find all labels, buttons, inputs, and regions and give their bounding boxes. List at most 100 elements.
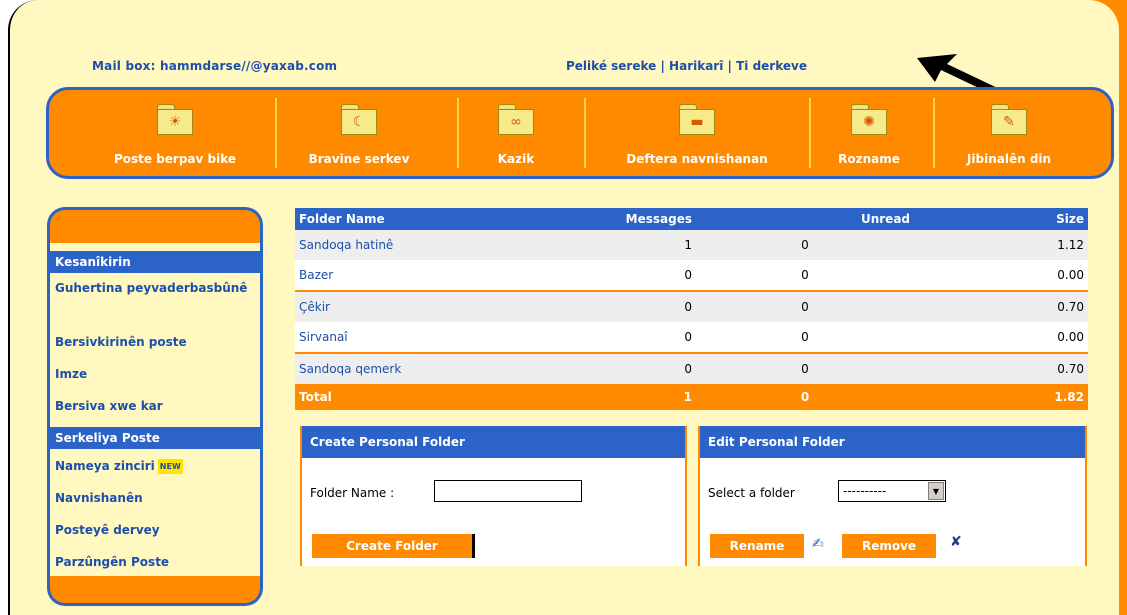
total-size-cell: 1.82 <box>914 384 1088 410</box>
sidebar-item-change-password[interactable]: Guhertina peyvaderbasbûnê <box>50 281 260 296</box>
folder-name-cell: Sandoqa hatinê <box>295 230 563 260</box>
folder-link[interactable]: Sirvanaî <box>299 330 348 344</box>
folder-link[interactable]: Çêkir <box>299 300 330 314</box>
link-separator: | <box>727 59 732 73</box>
size-cell: 0.70 <box>914 352 1088 384</box>
nav-divider <box>275 98 277 168</box>
remove-folder-button[interactable]: Remove <box>842 534 936 558</box>
folder-name-cell: Sandoqa qemerk <box>295 352 563 384</box>
moon-folder-icon: ☾ <box>341 104 377 135</box>
logout-link[interactable]: Ti derkeve <box>736 59 807 73</box>
size-cell: 0.00 <box>914 260 1088 291</box>
sidebar-item-settings[interactable]: Kesanîkirin <box>50 251 260 273</box>
nav-calendar-label: Rozname <box>838 152 900 166</box>
folders-table: Folder Name Messages Unread Size Sandoqa… <box>295 208 1088 410</box>
folder-select-value: ---------- <box>843 484 887 498</box>
pattern-folder-icon: ∞ <box>498 104 534 135</box>
link-separator: | <box>660 59 665 73</box>
preferences-link[interactable]: Peliké sereke <box>566 59 656 73</box>
sun-folder-icon: ☀ <box>157 104 193 135</box>
messages-cell: 0 <box>563 322 696 353</box>
nav-addressbook[interactable]: ▬ Deftera navnishanan <box>597 90 797 176</box>
edit-folder-panel: Edit Personal Folder Select a folder ---… <box>698 426 1087 566</box>
total-label-cell: Total <box>295 384 563 410</box>
folder-name-cell: Sirvanaî <box>295 322 563 353</box>
sidebar-item-signature[interactable]: Imze <box>50 367 260 382</box>
chevron-down-icon: ▼ <box>928 482 944 500</box>
unread-cell: 0 <box>696 290 914 322</box>
sidebar-item-mail-replies[interactable]: Bersivkirinên poste <box>50 335 260 350</box>
size-cell: 0.70 <box>914 290 1088 322</box>
table-row: Sandoqa hatinê 1 0 1.12 <box>295 230 1088 260</box>
table-total-row: Total 1 0 1.82 <box>295 384 1088 410</box>
create-folder-button[interactable]: Create Folder <box>312 534 475 558</box>
size-cell: 0.00 <box>914 322 1088 353</box>
sidebar-item-mail-filters[interactable]: Parzûngên Poste <box>50 555 260 570</box>
nav-folders-label: Kazik <box>497 152 535 166</box>
top-links: Peliké sereke | Harikarî | Ti derkeve <box>566 59 807 73</box>
sidebar-top-cap <box>47 207 263 243</box>
folder-link[interactable]: Sandoqa qemerk <box>299 362 401 376</box>
folder-select[interactable]: ---------- ▼ <box>838 480 946 502</box>
table-row: Sirvanaî 0 0 0.00 <box>295 322 1088 353</box>
rename-folder-button[interactable]: Rename <box>710 534 804 558</box>
sidebar-item-external-mail[interactable]: Posteyê dervey <box>50 523 260 538</box>
messages-cell: 0 <box>563 352 696 384</box>
table-row: Bazer 0 0 0.00 <box>295 260 1088 291</box>
total-messages-cell: 1 <box>563 384 696 410</box>
nav-divider <box>933 98 935 168</box>
folder-link[interactable]: Sandoqa hatinê <box>299 238 393 252</box>
nav-other-label: Jibinalên din <box>966 152 1052 166</box>
folder-name-cell: Çêkir <box>295 290 563 322</box>
sidebar: Kesanîkirin Guhertina peyvaderbasbûnê Be… <box>47 207 263 607</box>
sidebar-item-mail-folders[interactable]: Serkeliya Poste <box>50 427 260 449</box>
folders-table-area: Folder Name Messages Unread Size Sandoqa… <box>295 208 1088 410</box>
nav-inbox-label: Bravine serkev <box>308 152 410 166</box>
size-cell: 1.12 <box>914 230 1088 260</box>
delete-x-icon[interactable]: ✘ <box>950 534 962 550</box>
folder-name-input[interactable] <box>434 480 582 502</box>
wrench-folder-icon: ✎ <box>991 104 1027 135</box>
unread-cell: 0 <box>696 230 914 260</box>
column-header-unread: Unread <box>696 208 914 230</box>
nav-inbox[interactable]: ☾ Bravine serkev <box>279 90 439 176</box>
help-link[interactable]: Harikarî <box>669 59 723 73</box>
nav-addressbook-label: Deftera navnishanan <box>626 152 768 166</box>
nav-compose[interactable]: ☀ Poste berpav bike <box>85 90 265 176</box>
total-unread-cell: 0 <box>696 384 914 410</box>
nav-compose-label: Poste berpav bike <box>113 152 237 166</box>
table-row: Çêkir 0 0 0.70 <box>295 290 1088 322</box>
nav-other[interactable]: ✎ Jibinalên din <box>939 90 1079 176</box>
sidebar-item-auto-reply[interactable]: Bersiva xwe kar <box>50 399 260 414</box>
calendar-folder-icon: ✺ <box>851 104 887 135</box>
unread-cell: 0 <box>696 322 914 353</box>
column-header-messages: Messages <box>563 208 696 230</box>
sidebar-item-chain-mail[interactable]: Nameya zinciri NEW <box>50 459 260 474</box>
sidebar-item-addresses[interactable]: Navnishanên <box>50 491 260 506</box>
sidebar-bottom-cap <box>47 576 263 606</box>
edit-folder-title: Edit Personal Folder <box>700 426 1085 458</box>
folder-link[interactable]: Bazer <box>299 268 333 282</box>
folder-name-cell: Bazer <box>295 260 563 291</box>
new-badge: NEW <box>157 459 183 474</box>
unread-cell: 0 <box>696 260 914 291</box>
create-folder-panel: Create Personal Folder Folder Name : Cre… <box>300 426 687 566</box>
folder-name-label: Folder Name : <box>310 486 395 500</box>
column-header-folder-name: Folder Name <box>295 208 563 230</box>
messages-cell: 1 <box>563 230 696 260</box>
mailbox-address: Mail box: hammdarse//@yaxab.com <box>92 59 338 73</box>
book-folder-icon: ▬ <box>679 104 715 135</box>
select-folder-label: Select a folder <box>708 486 795 500</box>
messages-cell: 0 <box>563 260 696 291</box>
nav-calendar[interactable]: ✺ Rozname <box>819 90 919 176</box>
main-nav-bar: ☀ Poste berpav bike ☾ Bravine serkev ∞ K… <box>46 87 1114 179</box>
sidebar-body: Kesanîkirin Guhertina peyvaderbasbûnê Be… <box>47 243 263 576</box>
sidebar-item-chain-mail-label: Nameya zinciri <box>55 459 155 473</box>
table-header-row: Folder Name Messages Unread Size <box>295 208 1088 230</box>
messages-cell: 0 <box>563 290 696 322</box>
nav-divider <box>809 98 811 168</box>
table-row: Sandoqa qemerk 0 0 0.70 <box>295 352 1088 384</box>
edit-pencil-icon[interactable]: ✍ <box>812 536 824 552</box>
nav-divider <box>457 98 459 168</box>
nav-folders[interactable]: ∞ Kazik <box>461 90 571 176</box>
